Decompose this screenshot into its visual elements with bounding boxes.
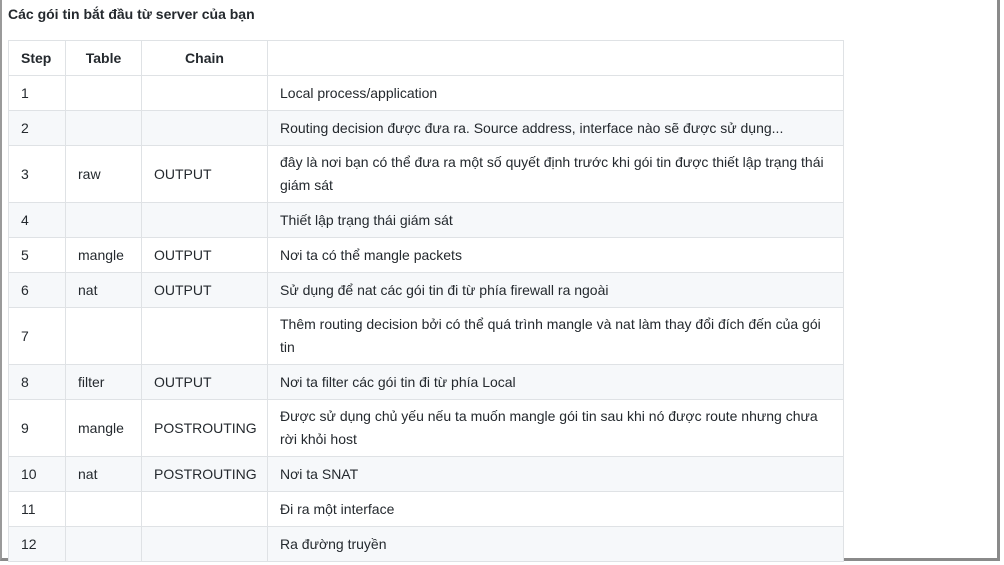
cell-step: 12	[8, 526, 66, 562]
column-header-step: Step	[8, 40, 66, 76]
table-row: 7 Thêm routing decision bởi có thể quá tr…	[8, 307, 844, 365]
cell-description: Thiết lập trạng thái giám sát	[267, 202, 844, 238]
cell-chain	[141, 526, 268, 562]
cell-chain	[141, 491, 268, 527]
table-row: 8 filter OUTPUT Nơi ta filter các gói tin đ…	[8, 364, 844, 400]
section-heading: Các gói tin bắt đầu từ server của bạn	[8, 6, 255, 22]
cell-step: 9	[8, 399, 66, 457]
cell-table	[65, 110, 142, 146]
table-row: 9 mangle POSTROUTING Được sử dụng chủ yếu n…	[8, 399, 844, 457]
table-row: 12 Ra đường truyền	[8, 526, 844, 562]
cell-description: Sử dụng để nat các gói tin đi từ phía fi…	[267, 272, 844, 308]
cell-step: 5	[8, 237, 66, 273]
cell-step: 2	[8, 110, 66, 146]
cell-description: Nơi ta filter các gói tin đi từ phía Loc…	[267, 364, 844, 400]
cell-table: nat	[65, 272, 142, 308]
cell-chain	[141, 75, 268, 111]
cell-description: Ra đường truyền	[267, 526, 844, 562]
cell-description: Nơi ta SNAT	[267, 456, 844, 492]
cell-description: Thêm routing decision bởi có thể quá trì…	[267, 307, 844, 365]
cell-step: 6	[8, 272, 66, 308]
cell-step: 10	[8, 456, 66, 492]
column-header-table: Table	[65, 40, 142, 76]
cell-chain: OUTPUT	[141, 272, 268, 308]
table-row: 3 raw OUTPUT đây là nơi bạn có thể đưa ra m…	[8, 145, 844, 203]
column-header-description	[267, 40, 844, 76]
cell-description: Được sử dụng chủ yếu nếu ta muốn mangle …	[267, 399, 844, 457]
table-row: 10 nat POSTROUTING Nơi ta SNAT	[8, 456, 844, 492]
cell-chain: POSTROUTING	[141, 456, 268, 492]
cell-table	[65, 307, 142, 365]
cell-description: Routing decision được đưa ra. Source add…	[267, 110, 844, 146]
cell-step: 1	[8, 75, 66, 111]
table-row: 1 Local process/application	[8, 75, 844, 111]
cell-table: nat	[65, 456, 142, 492]
cell-chain	[141, 110, 268, 146]
cell-chain: POSTROUTING	[141, 399, 268, 457]
cell-chain	[141, 202, 268, 238]
cell-chain: OUTPUT	[141, 145, 268, 203]
cell-chain: OUTPUT	[141, 364, 268, 400]
cell-chain: OUTPUT	[141, 237, 268, 273]
table-row: 11 Đi ra một interface	[8, 491, 844, 527]
cell-step: 4	[8, 202, 66, 238]
cell-table	[65, 526, 142, 562]
table-row: 2 Routing decision được đưa ra. Source ad…	[8, 110, 844, 146]
table-row: 6 nat OUTPUT Sử dụng để nat các gói tin đi …	[8, 272, 844, 308]
column-header-chain: Chain	[141, 40, 268, 76]
packet-flow-table: Step Table Chain 1 Local process/applicat…	[8, 40, 844, 562]
cell-description: Đi ra một interface	[267, 491, 844, 527]
cell-table: mangle	[65, 399, 142, 457]
cell-table	[65, 75, 142, 111]
cell-description: Local process/application	[267, 75, 844, 111]
cell-table	[65, 491, 142, 527]
cell-table: mangle	[65, 237, 142, 273]
table-row: 5 mangle OUTPUT Nơi ta có thể mangle packet…	[8, 237, 844, 273]
cell-step: 7	[8, 307, 66, 365]
cell-step: 8	[8, 364, 66, 400]
cell-step: 3	[8, 145, 66, 203]
cell-description: đây là nơi bạn có thể đưa ra một số quyế…	[267, 145, 844, 203]
cell-step: 11	[8, 491, 66, 527]
cell-table: raw	[65, 145, 142, 203]
cell-table: filter	[65, 364, 142, 400]
table-header-row: Step Table Chain	[8, 40, 844, 76]
table-row: 4 Thiết lập trạng thái giám sát	[8, 202, 844, 238]
cell-description: Nơi ta có thể mangle packets	[267, 237, 844, 273]
cell-table	[65, 202, 142, 238]
cell-chain	[141, 307, 268, 365]
